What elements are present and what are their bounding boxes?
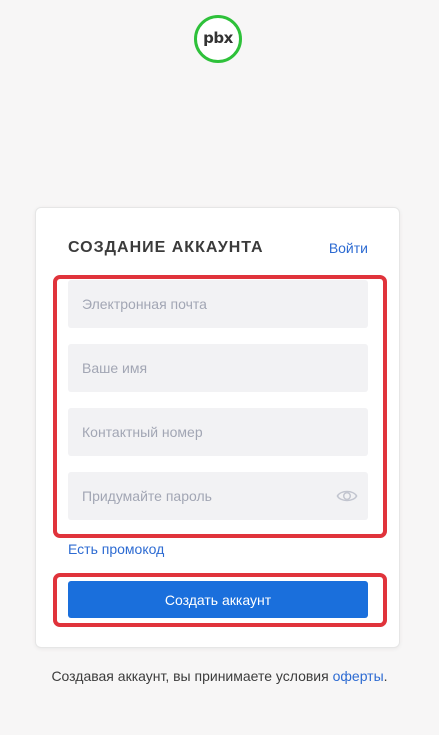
signup-card: СОЗДАНИЕ АККАУНТА Войти Есть промокод Со… [35, 207, 400, 648]
pbx-logo[interactable]: pbx [194, 15, 242, 63]
password-field[interactable] [68, 472, 368, 520]
name-field[interactable] [68, 344, 368, 392]
offer-link[interactable]: оферты [333, 668, 384, 684]
page-title: СОЗДАНИЕ АККАУНТА [68, 239, 264, 256]
logo-text: pbx [203, 29, 233, 47]
terms-period: . [383, 668, 388, 684]
create-account-button[interactable]: Создать аккаунт [68, 581, 368, 618]
email-field[interactable] [68, 280, 368, 328]
signup-page: pbx СОЗДАНИЕ АККАУНТА Войти Есть промоко… [0, 0, 439, 735]
eye-icon[interactable] [336, 487, 358, 505]
terms-statement: Создавая аккаунт, вы принимаете условия [51, 668, 329, 684]
login-link[interactable]: Войти [329, 240, 368, 256]
terms-text: Создавая аккаунт, вы принимаете условия … [0, 668, 439, 684]
promo-code-link[interactable]: Есть промокод [68, 541, 164, 557]
phone-field[interactable] [68, 408, 368, 456]
